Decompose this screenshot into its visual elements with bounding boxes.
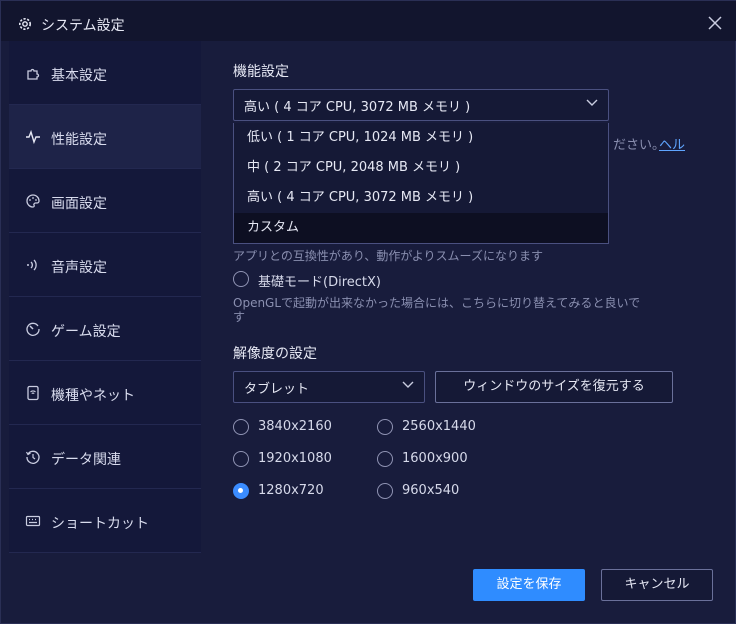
resolution-radio-3840x2160[interactable] (233, 419, 249, 435)
speaker-icon (27, 259, 37, 271)
title-bar: システム設定 (1, 1, 736, 41)
chevron-down-icon (586, 99, 598, 106)
sidebar: 基本設定 性能設定 画面設定 音声設定 ゲーム設定 機種やネット データ関連 シ… (9, 41, 201, 553)
directx-label: 基礎モード(DirectX) (258, 275, 381, 290)
resolution-radio-2560x1440[interactable] (377, 419, 393, 435)
resolution-label: 960x540 (402, 483, 460, 498)
resolution-radio-1280x720[interactable] (233, 483, 249, 499)
save-settings-button[interactable]: 設定を保存 (473, 569, 585, 601)
performance-section-title: 機能設定 (233, 64, 289, 80)
resolution-label: 2560x1440 (402, 419, 476, 434)
resolution-radio-960x540[interactable] (377, 483, 393, 499)
sidebar-item-shortcut[interactable]: ショートカット (9, 489, 201, 553)
pulse-icon (26, 129, 40, 145)
dropdown-option-low[interactable]: 低い ( 1 コア CPU, 1024 MB メモリ ) (234, 123, 608, 153)
sidebar-item-device-network[interactable]: 機種やネット (9, 361, 201, 425)
settings-window: システム設定 基本設定 性能設定 画面設定 音声設定 ゲーム設定 機種やネット … (0, 0, 736, 624)
directx-radio[interactable] (233, 271, 249, 287)
sidebar-item-label: ゲーム設定 (51, 324, 121, 340)
opengl-description: アプリとの互換性があり、動作がよりスムーズになります (233, 249, 543, 263)
restore-window-size-button[interactable]: ウィンドウのサイズを復元する (435, 371, 673, 403)
sidebar-item-display[interactable]: 画面設定 (9, 169, 201, 233)
resolution-radio-1920x1080[interactable] (233, 451, 249, 467)
device-icon (27, 385, 39, 401)
resolution-label: 1920x1080 (258, 451, 332, 466)
performance-select-value: 高い ( 4 コア CPU, 3072 MB メモリ ) (244, 100, 471, 115)
resolution-label: 3840x2160 (258, 419, 332, 434)
sidebar-item-performance[interactable]: 性能設定 (9, 105, 201, 169)
dropdown-option-custom[interactable]: カスタム (234, 213, 608, 243)
sidebar-item-label: 機種やネット (51, 388, 135, 404)
sidebar-item-label: データ関連 (51, 452, 121, 468)
performance-select[interactable]: 高い ( 4 コア CPU, 3072 MB メモリ ) (233, 89, 609, 121)
directx-description-line1: OpenGLで起動が出来なかった場合には、こちらに切り替えてみると良いで (233, 296, 641, 310)
sidebar-item-label: 性能設定 (51, 132, 107, 148)
resolution-label: 1600x900 (402, 451, 468, 466)
puzzle-icon (27, 68, 40, 80)
sidebar-item-audio[interactable]: 音声設定 (9, 233, 201, 297)
window-title: システム設定 (41, 18, 125, 34)
performance-dropdown-menu: 低い ( 1 コア CPU, 1024 MB メモリ ) 中 ( 2 コア CP… (233, 123, 609, 244)
chevron-down-icon (402, 381, 414, 388)
device-type-value: タブレット (244, 382, 310, 397)
performance-hint-text: ださい。 (613, 138, 666, 153)
gear-icon (19, 18, 31, 30)
gauge-icon (26, 322, 40, 336)
history-icon (25, 450, 40, 464)
sidebar-item-label: ショートカット (51, 516, 149, 532)
sidebar-item-game[interactable]: ゲーム設定 (9, 297, 201, 361)
sidebar-item-label: 画面設定 (51, 196, 107, 212)
cancel-button[interactable]: キャンセル (601, 569, 713, 601)
dropdown-option-high[interactable]: 高い ( 4 コア CPU, 3072 MB メモリ ) (234, 183, 608, 213)
resolution-label: 1280x720 (258, 483, 324, 498)
sidebar-item-data[interactable]: データ関連 (9, 425, 201, 489)
close-icon[interactable] (707, 15, 723, 31)
sidebar-item-label: 基本設定 (51, 68, 107, 84)
sidebar-item-basic[interactable]: 基本設定 (9, 41, 201, 105)
resolution-radio-1600x900[interactable] (377, 451, 393, 467)
directx-description-line2: す (233, 310, 246, 324)
resolution-section-title: 解像度の設定 (233, 346, 317, 362)
palette-icon (26, 194, 40, 208)
sidebar-item-label: 音声設定 (51, 260, 107, 276)
help-link[interactable]: ヘル (659, 134, 685, 153)
device-type-select[interactable]: タブレット (233, 371, 425, 403)
dropdown-option-medium[interactable]: 中 ( 2 コア CPU, 2048 MB メモリ ) (234, 153, 608, 183)
keyboard-icon (25, 515, 41, 527)
